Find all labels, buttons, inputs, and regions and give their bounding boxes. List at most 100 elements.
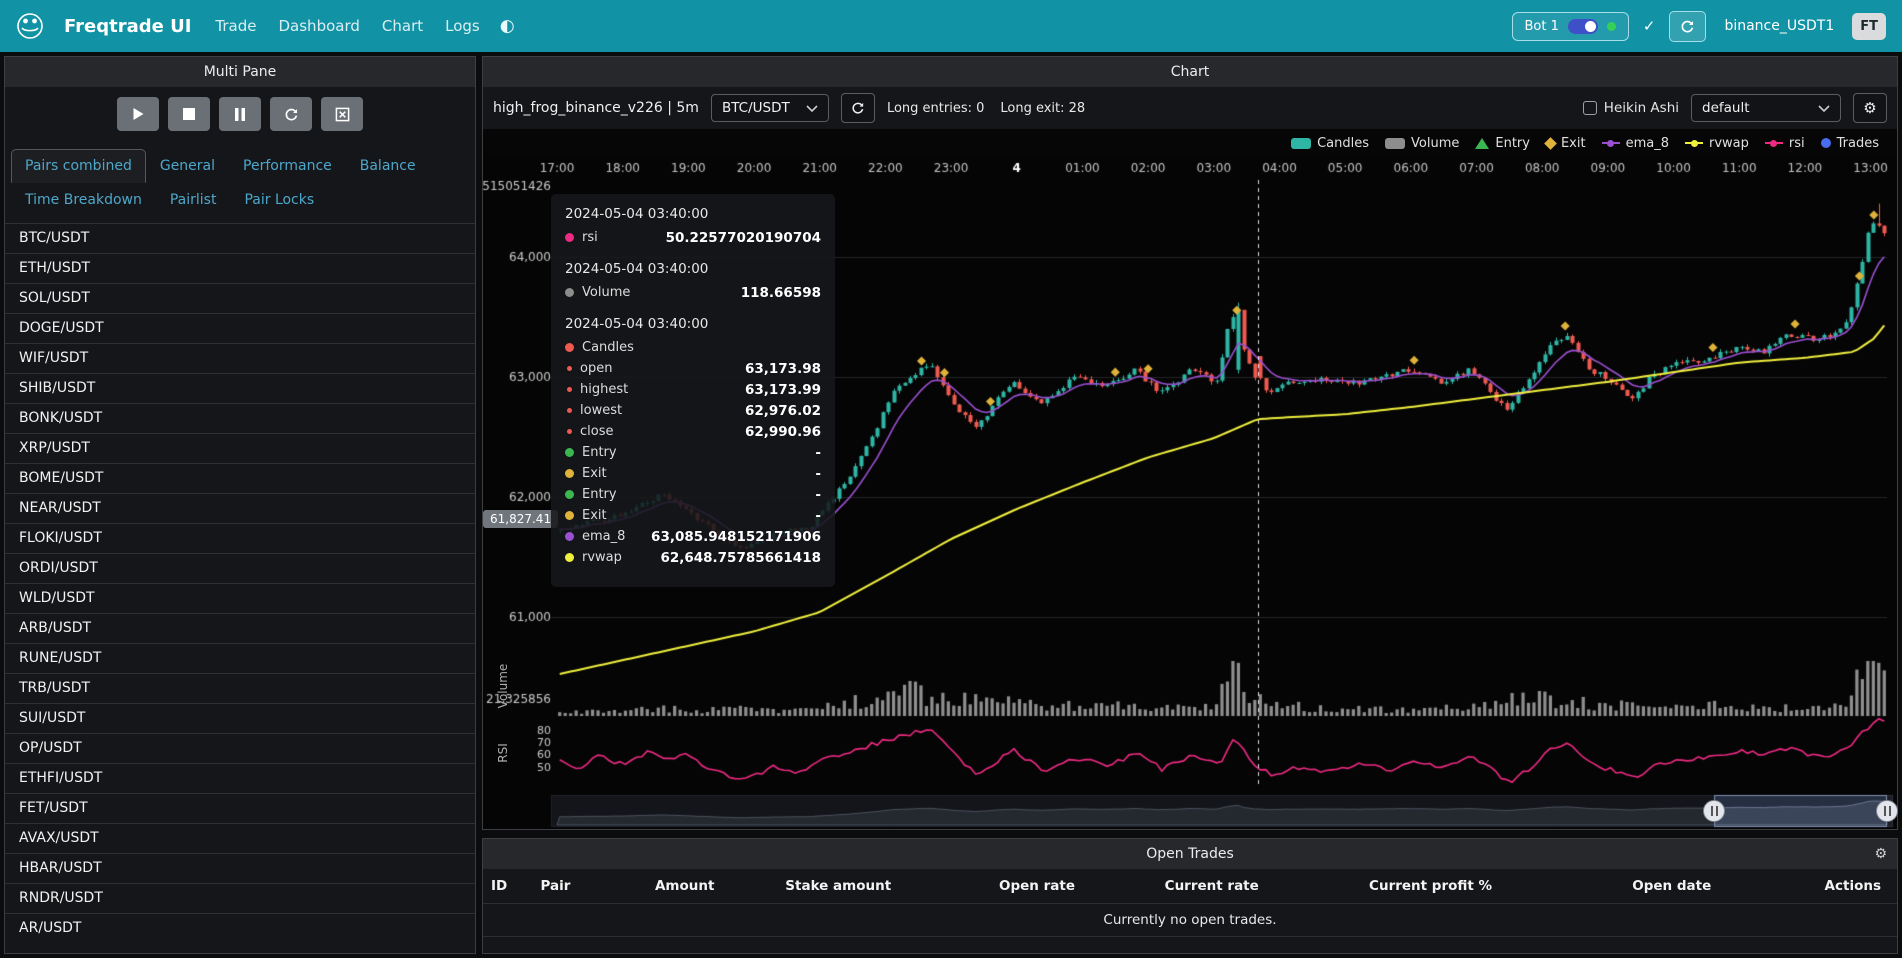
chevron-down-icon [806,105,818,112]
pair-item-wif-usdt[interactable]: WIF/USDT [5,343,475,373]
trades-legend-marker-icon [1821,138,1831,148]
app-title: Freqtrade UI [64,16,191,37]
legend-label: Trades [1837,136,1879,151]
tab-performance[interactable]: Performance [229,149,346,183]
user-avatar[interactable]: FT [1852,13,1886,40]
top-navbar: Freqtrade UI Trade Dashboard Chart Logs ◐ B… [0,0,1902,52]
refresh-chart-button[interactable] [841,93,875,123]
theme-toggle-icon[interactable]: ◐ [500,16,515,36]
legend-item-entry[interactable]: Entry [1475,136,1530,151]
empty-trades-message: Currently no open trades. [483,904,1897,937]
tab-general[interactable]: General [146,149,229,183]
pair-item-bome-usdt[interactable]: BOME/USDT [5,463,475,493]
column-amount: Amount [617,869,730,904]
pair-item-sol-usdt[interactable]: SOL/USDT [5,283,475,313]
pair-item-shib-usdt[interactable]: SHIB/USDT [5,373,475,403]
legend-label: Exit [1561,136,1586,151]
stop-button[interactable] [168,97,210,131]
pair-item-doge-usdt[interactable]: DOGE/USDT [5,313,475,343]
legend-item-volume[interactable]: Volume [1385,136,1459,151]
axis-price-tag: 61,827.41 [483,510,558,528]
reload-button[interactable] [270,97,312,131]
tab-pair-locks[interactable]: Pair Locks [230,183,328,217]
pair-item-near-usdt[interactable]: NEAR/USDT [5,493,475,523]
pair-item-trb-usdt[interactable]: TRB/USDT [5,673,475,703]
reload-bot-button[interactable] [1669,11,1706,42]
chart-panel-title: Chart [483,57,1897,87]
bot-selector[interactable]: Bot 1 [1512,12,1629,41]
pair-item-bonk-usdt[interactable]: BONK/USDT [5,403,475,433]
pair-item-avax-usdt[interactable]: AVAX/USDT [5,823,475,853]
candles-legend-marker-icon [1291,138,1311,149]
pair-item-floki-usdt[interactable]: FLOKI/USDT [5,523,475,553]
plot-config-select[interactable]: default [1691,94,1841,122]
heikin-ashi-checkbox[interactable] [1583,101,1597,115]
play-button[interactable] [117,97,159,131]
pair-list: BTC/USDTETH/USDTSOL/USDTDOGE/USDTWIF/USD… [5,223,475,953]
bot-name: Bot 1 [1525,19,1559,34]
close-window-button[interactable] [321,97,363,131]
legend-item-trades[interactable]: Trades [1821,136,1879,151]
nav-item-chart[interactable]: Chart [382,17,423,35]
datazoom-right-handle[interactable] [1876,800,1898,822]
pair-item-rndr-usdt[interactable]: RNDR/USDT [5,883,475,913]
multi-pane-title: Multi Pane [5,57,475,87]
entry-legend-marker-icon [1475,138,1489,149]
pair-item-wld-usdt[interactable]: WLD/USDT [5,583,475,613]
legend-item-rvwap[interactable]: rvwap [1685,136,1749,151]
pair-item-ordi-usdt[interactable]: ORDI/USDT [5,553,475,583]
pair-item-op-usdt[interactable]: OP/USDT [5,733,475,763]
pair-item-xrp-usdt[interactable]: XRP/USDT [5,433,475,463]
nav-item-dashboard[interactable]: Dashboard [279,17,360,35]
long-entries-label: Long entries: 0 [887,101,984,116]
pause-button[interactable] [219,97,261,131]
multi-pane-tabs: Pairs combinedGeneralPerformanceBalance T… [5,141,475,217]
pair-item-hbar-usdt[interactable]: HBAR/USDT [5,853,475,883]
pair-item-rune-usdt[interactable]: RUNE/USDT [5,643,475,673]
strategy-label: high_frog_binance_v226 | 5m [493,100,699,116]
chevron-down-icon [1818,105,1830,112]
nav-item-trade[interactable]: Trade [215,17,256,35]
pair-item-sui-usdt[interactable]: SUI/USDT [5,703,475,733]
nav-item-logs[interactable]: Logs [445,17,480,35]
rsi-legend-marker-icon [1765,142,1783,144]
long-exits-label: Long exit: 28 [1000,101,1085,116]
multi-pane-panel: Multi Pane Pairs combinedGeneralPerforma… [4,56,476,954]
pair-item-arb-usdt[interactable]: ARB/USDT [5,613,475,643]
pair-select[interactable]: BTC/USDT [711,94,829,122]
tab-pairs-combined[interactable]: Pairs combined [11,149,146,183]
pair-item-fet-usdt[interactable]: FET/USDT [5,793,475,823]
chart-area: Volume RSI 61,827.41 2024-05-04 03:40:00… [483,154,1897,829]
chart-column: Chart high_frog_binance_v226 | 5m BTC/US… [482,56,1898,954]
chart-toolbar: high_frog_binance_v226 | 5m BTC/USDT Lon… [483,87,1897,129]
heikin-ashi-control[interactable]: Heikin Ashi [1583,100,1679,116]
column-open-date: Open date [1508,869,1727,904]
tab-pairlist[interactable]: Pairlist [156,183,231,217]
rvwap-legend-marker-icon [1685,142,1703,144]
chart-legend: Candles Volume Entry Exit ema_8 rvwap rsi Trade… [483,129,1897,154]
legend-item-ema-8[interactable]: ema_8 [1602,136,1669,151]
pair-item-btc-usdt[interactable]: BTC/USDT [5,223,475,253]
legend-item-rsi[interactable]: rsi [1765,136,1805,151]
bot-online-dot [1607,22,1616,31]
legend-item-exit[interactable]: Exit [1546,136,1586,151]
open-trades-header-row: IDPairAmountStake amountOpen rateCurrent… [483,869,1897,904]
main-layout: Multi Pane Pairs combinedGeneralPerforma… [0,52,1902,958]
pair-item-eth-usdt[interactable]: ETH/USDT [5,253,475,283]
pair-item-ar-usdt[interactable]: AR/USDT [5,913,475,943]
close-window-icon [335,107,350,122]
datazoom-left-handle[interactable] [1703,800,1725,822]
pair-item-ethfi-usdt[interactable]: ETHFI/USDT [5,763,475,793]
legend-label: ema_8 [1626,136,1669,151]
bot-toggle[interactable] [1568,19,1598,34]
tab-time-breakdown[interactable]: Time Breakdown [11,183,156,217]
chart-panel: Chart high_frog_binance_v226 | 5m BTC/US… [482,56,1898,830]
plot-settings-button[interactable]: ⚙ [1853,93,1887,123]
toggle-knob [1585,21,1596,32]
candlestick-chart-canvas[interactable] [483,154,1897,829]
legend-item-candles[interactable]: Candles [1291,136,1369,151]
table-settings-gear-icon[interactable]: ⚙ [1874,846,1887,862]
tab-balance[interactable]: Balance [346,149,430,183]
freqtrade-logo[interactable] [16,12,44,40]
legend-label: rvwap [1709,136,1749,151]
